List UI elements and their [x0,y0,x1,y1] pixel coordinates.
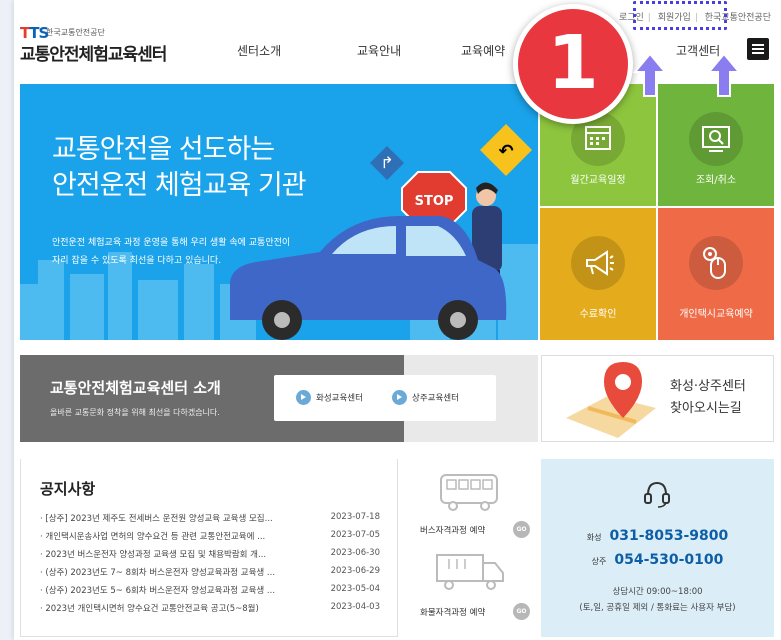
directions-label: 화성·상주센터 찾아오시는길 [670,379,746,416]
notice-board: 공지사항 · [상주] 2023년 제주도 전세버스 운전원 양성교육 교육생 … [20,459,398,637]
contact-panel: 화성 031-8053-9800 상주 054-530-0100 상담시간 09:0… [541,459,774,637]
bus-course-link[interactable]: 버스자격과정 예약 [420,524,485,536]
center-links: 화성교육센터 상주교육센터 [274,375,496,421]
tile-completion-check[interactable]: 수료확인 [540,208,656,340]
nav-reservation[interactable]: 교육예약 [461,42,505,59]
hwaseong-center-button[interactable]: 화성교육센터 [296,390,363,405]
tile-label: 개인택시교육예약 [679,309,753,320]
site-title: 교통안전체험교육센터 [20,45,167,65]
course-reservations: 버스자격과정 예약 GO 화물자격과정 예약 GO [403,459,538,637]
svg-text:↶: ↶ [498,141,513,162]
svg-text:↱: ↱ [380,153,393,172]
headset-icon [644,481,670,508]
consultation-note: (토,일, 공휴일 제외 / 통화료는 사용자 부담) [579,603,736,613]
search-screen-icon [689,112,743,166]
hero-banner: ↱ ↶ STOP 교통안전을 선도하는 안전운전 체험교육 기관 안전운전 체험교… [20,84,538,340]
page: TTS 한국교통안전공단 교통안전체험교육센터 로그인 | 회원가입 | 한국교통안… [14,0,781,640]
sangju-phone: 상주 054-530-0100 [591,552,724,568]
nav-education-info[interactable]: 교육안내 [357,42,401,59]
org-name: 한국교통안전공단 [46,28,105,37]
truck-course-link[interactable]: 화물자격과정 예약 [420,606,485,618]
sangju-center-button[interactable]: 상주교육센터 [392,390,459,405]
hero-headline: 교통안전을 선도하는 안전운전 체험교육 기관 [52,134,307,201]
megaphone-icon [571,236,625,290]
step-number-badge: 1 [513,4,633,124]
mouse-icon [689,236,743,290]
truck-go-button[interactable]: GO [513,603,530,620]
truck-icon [436,554,504,590]
hwaseong-phone: 화성 031-8053-9800 [586,528,729,544]
tile-private-taxi-reservation[interactable]: 개인택시교육예약 [658,208,774,340]
highlight-box [633,1,727,30]
play-circle-icon [296,390,311,405]
play-circle-icon [392,390,407,405]
tile-inquiry-cancel[interactable]: 조회/취소 [658,84,774,206]
center-intro-band: 교통안전체험교육센터 소개 올바른 교통문화 정착을 위해 최선을 다하겠습니다… [20,355,538,442]
map-pin-icon [566,362,656,438]
hero-illustration: ↱ ↶ STOP [20,124,538,340]
tile-label: 수료확인 [579,309,617,320]
consultation-hours: 상담시간 09:00~18:00 [612,587,703,597]
svg-text:STOP: STOP [415,194,454,209]
pointer-arrow-icon [706,52,742,97]
pointer-arrow-icon [632,52,668,97]
hamburger-icon-bar [752,52,764,54]
nav-center-intro[interactable]: 센터소개 [237,42,281,59]
bus-icon [440,474,498,511]
hamburger-menu-button[interactable] [747,38,769,60]
tile-label: 조회/취소 [695,175,737,186]
tile-label: 월간교육일정 [570,175,626,186]
intro-title: 교통안전체험교육센터 소개 [50,379,221,397]
hamburger-icon-bar [752,48,764,50]
bus-go-button[interactable]: GO [513,521,530,538]
hero-description: 안전운전 체험교육 과정 운영을 통해 우리 생활 속에 교통안전이 자리 잡을 … [52,238,291,266]
directions-card[interactable]: 화성·상주센터 찾아오시는길 [541,355,774,442]
intro-subtitle: 올바른 교통문화 정착을 위해 최선을 다하겠습니다. [50,408,220,417]
hamburger-icon [752,44,764,46]
notice-title: 공지사항 [40,480,96,498]
